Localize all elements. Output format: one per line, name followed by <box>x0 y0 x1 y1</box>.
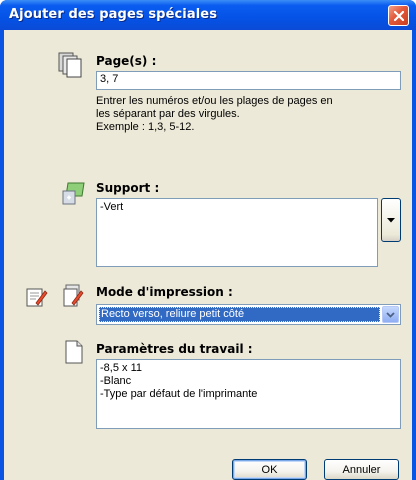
pages-label: Page(s) : <box>96 54 157 68</box>
print-duplex-icon <box>63 284 84 307</box>
media-icon <box>62 182 85 205</box>
support-menu-button[interactable] <box>381 198 401 242</box>
triangle-down-icon <box>387 217 395 222</box>
dialog-title: Ajouter des pages spéciales <box>9 7 218 22</box>
title-bar[interactable]: Ajouter des pages spéciales <box>0 0 416 30</box>
pages-help-line: Exemple : 1,3, 5-12. <box>96 121 195 133</box>
pages-icon <box>58 52 82 78</box>
job-label: Paramètres du travail : <box>96 342 253 356</box>
list-item[interactable]: -Vert <box>100 201 374 214</box>
ok-button[interactable]: OK <box>232 459 307 480</box>
pages-help-line: les séparant par des virgules. <box>96 108 240 120</box>
chevron-down-icon <box>386 311 395 318</box>
mode-dropdown[interactable]: Recto verso, reliure petit côté <box>96 304 401 325</box>
job-settings-list[interactable]: -8,5 x 11 -Blanc -Type par défaut de l'i… <box>96 359 401 429</box>
support-label: Support : <box>96 181 160 195</box>
close-button[interactable] <box>388 5 409 26</box>
support-list[interactable]: -Vert <box>96 198 378 267</box>
cancel-button[interactable]: Annuler <box>324 459 399 480</box>
dropdown-arrow-button[interactable] <box>382 306 399 323</box>
dialog-window: Ajouter des pages spéciales Page(s) : 3,… <box>0 0 416 480</box>
close-icon <box>393 10 404 21</box>
pages-help: Entrer les numéros et/ou les plages de p… <box>96 95 333 134</box>
print-simplex-icon <box>26 288 48 307</box>
dialog-body: Page(s) : 3, 7 Entrer les numéros et/ou … <box>4 30 412 480</box>
pages-input[interactable]: 3, 7 <box>96 71 401 90</box>
list-item: -Type par défaut de l'imprimante <box>100 388 258 400</box>
list-item: -Blanc <box>100 375 132 387</box>
mode-label: Mode d'impression : <box>96 285 233 299</box>
document-icon <box>65 340 83 364</box>
pages-help-line: Entrer les numéros et/ou les plages de p… <box>96 95 333 107</box>
list-item: -8,5 x 11 <box>100 362 142 374</box>
mode-selected-value: Recto verso, reliure petit côté <box>99 307 380 322</box>
